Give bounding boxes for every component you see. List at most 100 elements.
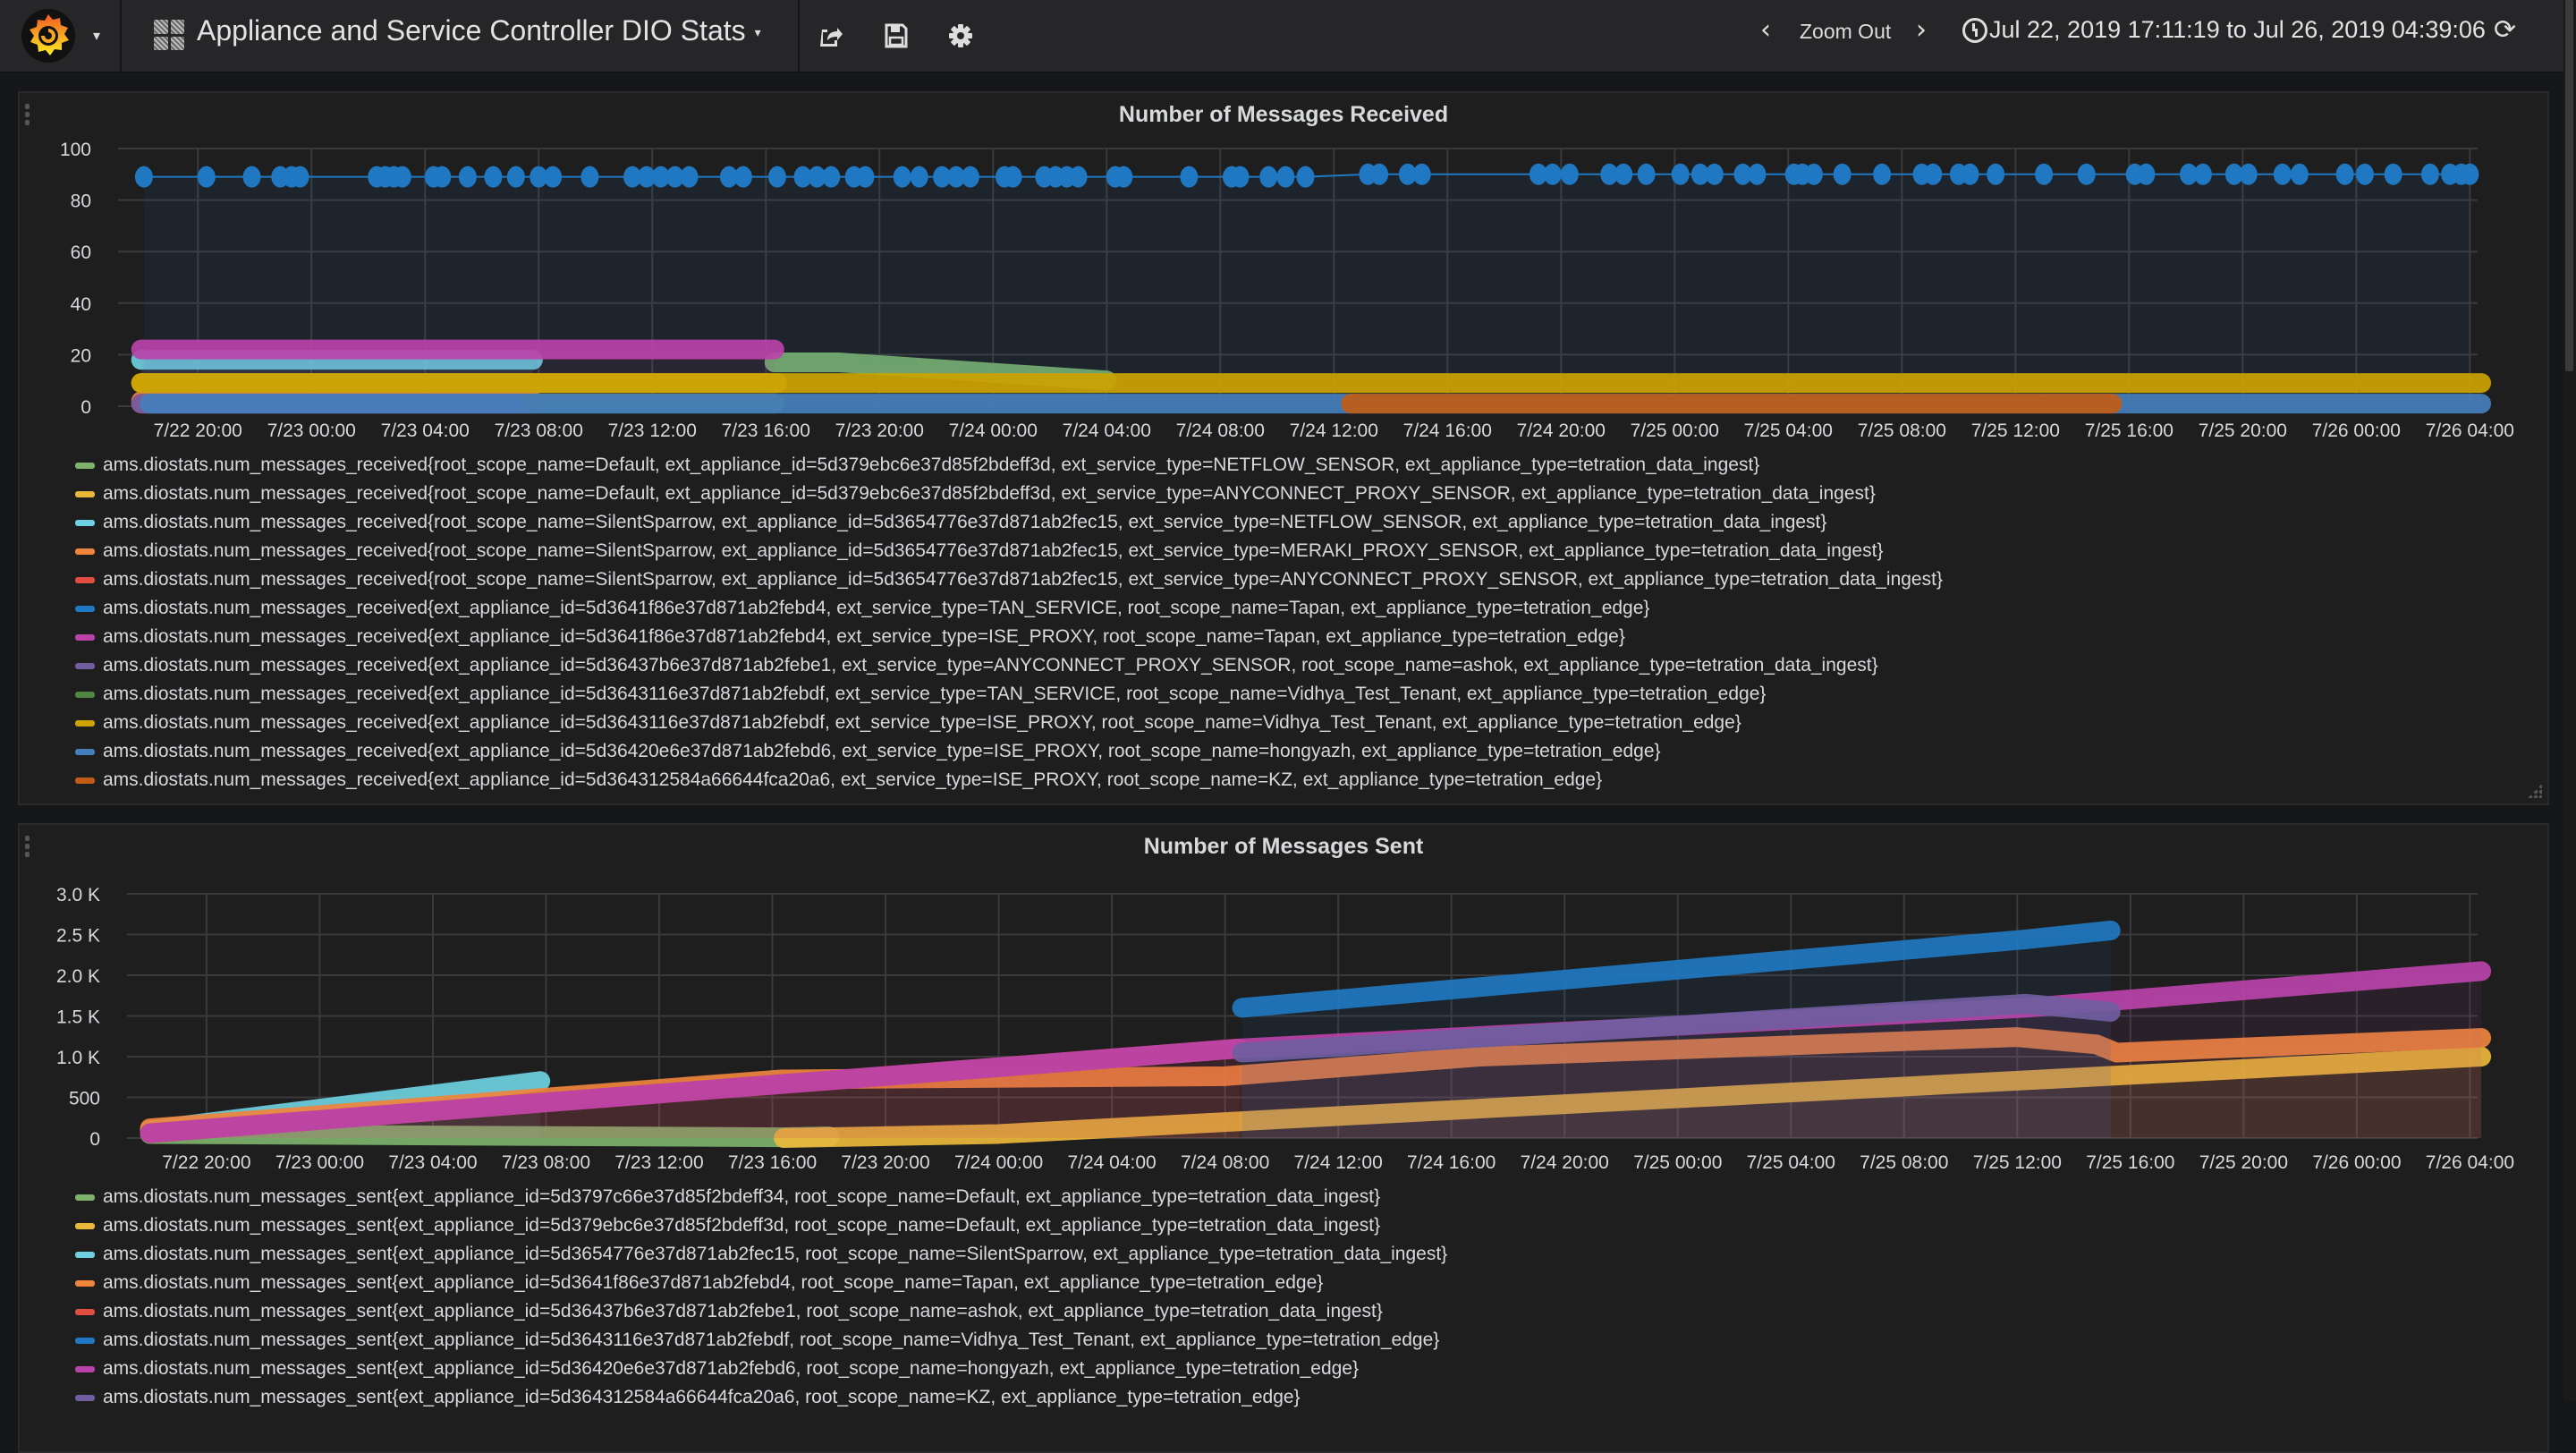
data-point[interactable] [1370,163,1389,185]
legend-item[interactable]: ams.diostats.num_messages_sent{ext_appli… [75,1383,1447,1412]
data-point[interactable] [2102,922,2120,939]
data-point[interactable] [1231,166,1250,188]
data-point[interactable] [1705,163,1724,185]
data-point[interactable] [680,166,699,188]
legend-color-swatch[interactable] [75,748,95,755]
data-point[interactable] [2077,163,2096,185]
data-point[interactable] [2472,395,2490,412]
legend-item[interactable]: ams.diostats.num_messages_sent{ext_appli… [75,1297,1447,1326]
data-point[interactable] [893,166,911,188]
dashboard-title[interactable]: Appliance and Service Controller DIO Sta… [197,14,761,47]
data-point[interactable] [2103,395,2121,412]
data-point[interactable] [140,395,158,412]
data-point[interactable] [524,395,542,412]
data-point[interactable] [2102,1003,2120,1021]
data-point[interactable] [393,166,411,188]
time-shift-forward-button[interactable]: › [1916,14,1927,46]
data-point[interactable] [2384,163,2402,185]
legend-item[interactable]: ams.diostats.num_messages_sent{ext_appli… [75,1240,1447,1269]
data-point[interactable] [447,395,465,412]
data-point[interactable] [2355,163,2374,185]
data-point[interactable] [1543,163,1562,185]
dashboard-title-button[interactable]: Appliance and Service Controller DIO Sta… [122,0,800,72]
legend-color-swatch[interactable] [75,691,95,698]
legend-item[interactable]: ams.diostats.num_messages_received{root_… [75,480,1943,508]
data-point[interactable] [1004,166,1022,188]
data-point[interactable] [2290,163,2309,185]
legend-item[interactable]: ams.diostats.num_messages_sent{ext_appli… [75,1183,1447,1211]
data-point[interactable] [134,166,153,188]
legend-color-swatch[interactable] [75,1251,95,1258]
panel-resize-handle[interactable] [2528,784,2542,798]
data-point[interactable] [2193,163,2212,185]
refresh-button[interactable]: ⟳ [2494,14,2516,46]
legend-color-swatch[interactable] [75,1337,95,1344]
legend-item[interactable]: ams.diostats.num_messages_received{ext_a… [75,737,1943,766]
data-point[interactable] [768,374,786,392]
legend-color-swatch[interactable] [75,1308,95,1315]
data-point[interactable] [544,166,563,188]
data-point[interactable] [2017,930,2035,948]
legend-color-swatch[interactable] [75,605,95,612]
share-dashboard-button[interactable] [810,16,850,55]
legend-color-swatch[interactable] [75,662,95,669]
time-range-picker[interactable]: Jul 22, 2019 17:11:19 to Jul 26, 2019 04… [1989,16,2486,44]
grafana-menu-button[interactable]: ▾ [0,0,122,72]
data-point[interactable] [1833,163,1852,185]
data-point[interactable] [501,395,519,412]
save-dashboard-button[interactable] [877,16,916,55]
data-point[interactable] [1671,163,1690,185]
data-point[interactable] [1233,1043,1251,1061]
data-point[interactable] [1637,163,1656,185]
data-point[interactable] [856,166,875,188]
data-point[interactable] [2239,163,2258,185]
data-point[interactable] [910,166,928,188]
data-point[interactable] [433,166,452,188]
data-point[interactable] [1748,163,1767,185]
data-point[interactable] [1873,163,1892,185]
legend-color-swatch[interactable] [75,719,95,726]
data-point[interactable] [1614,163,1633,185]
legend-item[interactable]: ams.diostats.num_messages_received{root_… [75,508,1943,537]
data-point[interactable] [132,341,150,359]
legend-color-swatch[interactable] [75,1222,95,1229]
data-point[interactable] [2273,163,2292,185]
data-point[interactable] [1114,166,1133,188]
data-point[interactable] [2137,163,2156,185]
data-point[interactable] [1924,163,1943,185]
data-point[interactable] [766,341,784,359]
data-point[interactable] [2420,163,2439,185]
legend-color-swatch[interactable] [75,462,95,469]
legend-color-swatch[interactable] [75,1194,95,1201]
data-point[interactable] [2023,395,2041,412]
data-point[interactable] [1296,166,1315,188]
legend-color-swatch[interactable] [75,1365,95,1372]
data-point[interactable] [733,166,752,188]
legend-color-swatch[interactable] [75,1394,95,1401]
data-point[interactable] [1961,163,1979,185]
legend-item[interactable]: ams.diostats.num_messages_sent{ext_appli… [75,1211,1447,1240]
data-point[interactable] [197,166,216,188]
legend-item[interactable]: ams.diostats.num_messages_received{ext_a… [75,680,1943,709]
data-point[interactable] [2472,962,2490,980]
legend-color-swatch[interactable] [75,490,95,497]
legend-item[interactable]: ams.diostats.num_messages_received{root_… [75,451,1943,480]
data-point[interactable] [132,374,150,392]
data-point[interactable] [2335,163,2354,185]
series-11[interactable] [1341,394,2123,414]
time-shift-back-button[interactable]: ‹ [1760,14,1771,46]
series-10[interactable] [140,394,2492,414]
legend-item[interactable]: ams.diostats.num_messages_sent{ext_appli… [75,1269,1447,1297]
data-point[interactable] [1180,166,1199,188]
legend-color-swatch[interactable] [75,1279,95,1287]
legend-item[interactable]: ams.diostats.num_messages_received{root_… [75,565,1943,594]
data-point[interactable] [1276,166,1295,188]
data-point[interactable] [2035,163,2054,185]
data-point[interactable] [1259,166,1278,188]
legend-color-swatch[interactable] [75,519,95,526]
settings-button[interactable] [941,16,980,55]
data-point[interactable] [484,166,503,188]
data-point[interactable] [1560,163,1579,185]
data-point[interactable] [767,166,786,188]
legend-item[interactable]: ams.diostats.num_messages_received{ext_a… [75,709,1943,737]
